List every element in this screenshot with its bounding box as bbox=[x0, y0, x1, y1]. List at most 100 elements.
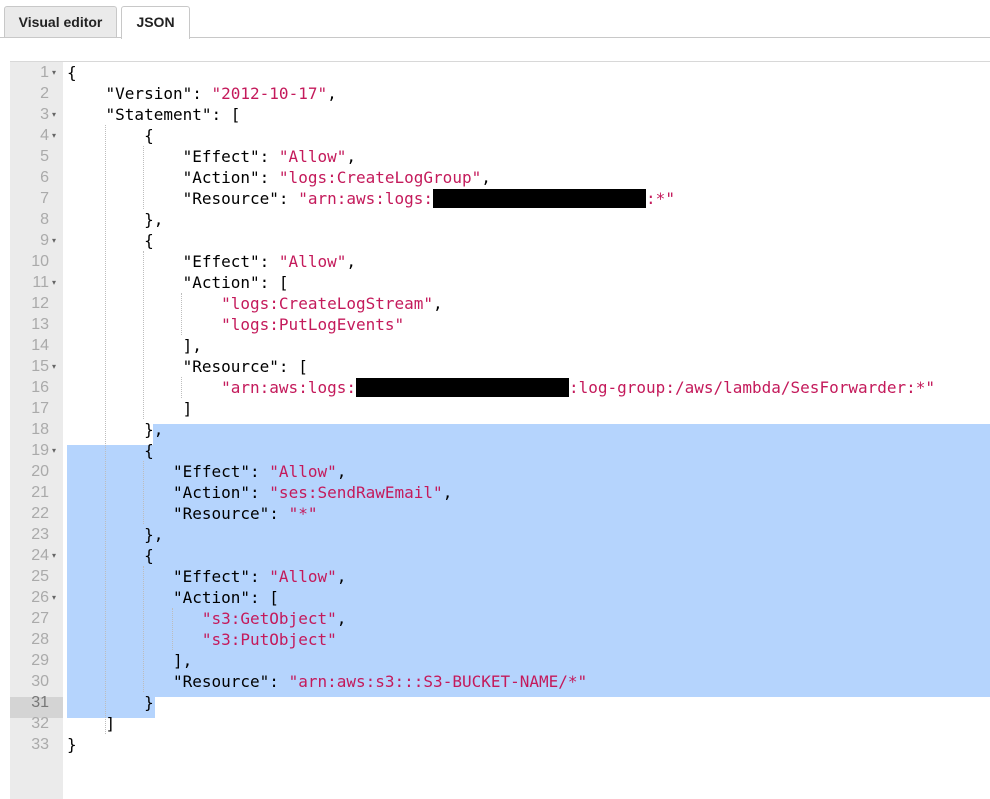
code-text: "Effect": "Allow", bbox=[172, 462, 347, 481]
code-line-9[interactable]: 9 ▾ { bbox=[10, 230, 990, 251]
line-number: 33 bbox=[31, 736, 49, 753]
code-line-31[interactable]: 31 } bbox=[10, 692, 990, 713]
fold-toggle-icon[interactable]: ▾ bbox=[52, 440, 56, 461]
code-line-12[interactable]: 12 "logs:CreateLogStream", bbox=[10, 293, 990, 314]
fold-toggle-icon[interactable]: ▾ bbox=[52, 230, 56, 251]
code-line-4[interactable]: 4 ▾ { bbox=[10, 125, 990, 146]
fold-toggle-icon[interactable]: ▾ bbox=[52, 545, 56, 566]
line-number: 20 bbox=[31, 463, 49, 480]
code-text: "s3:PutObject" bbox=[201, 630, 337, 649]
code-text: "Action": "logs:CreateLogGroup", bbox=[182, 168, 491, 187]
code-text: "Statement": [ bbox=[105, 105, 241, 124]
code-text: ] bbox=[67, 399, 193, 418]
code-line-21[interactable]: 21 "Action": "ses:SendRawEmail", bbox=[10, 482, 990, 503]
code-text: "logs:PutLogEvents" bbox=[221, 315, 405, 334]
code-line-32[interactable]: 32 ] bbox=[10, 713, 990, 734]
code-text: }, bbox=[67, 525, 164, 544]
code-text: "Resource": "arn:aws:s3:::S3-BUCKET-NAME… bbox=[172, 672, 588, 691]
code-line-1[interactable]: 1 ▾ { bbox=[10, 62, 990, 83]
line-number: 8 bbox=[40, 211, 49, 228]
code-line-13[interactable]: 13 "logs:PutLogEvents" bbox=[10, 314, 990, 335]
code-text: "Effect": "Allow", bbox=[172, 567, 347, 586]
code-line-18[interactable]: 18 }, bbox=[10, 419, 990, 440]
line-number: 17 bbox=[31, 400, 49, 417]
line-number: 2 bbox=[40, 85, 49, 102]
line-number: 32 bbox=[31, 715, 49, 732]
redacted-region bbox=[355, 378, 569, 397]
code-line-19[interactable]: 19 ▾ { bbox=[10, 440, 990, 461]
code-text: "Resource": [ bbox=[182, 357, 308, 376]
fold-toggle-icon[interactable]: ▾ bbox=[52, 356, 56, 377]
fold-toggle-icon[interactable]: ▾ bbox=[52, 587, 56, 608]
code-line-20[interactable]: 20 "Effect": "Allow", bbox=[10, 461, 990, 482]
code-line-25[interactable]: 25 "Effect": "Allow", bbox=[10, 566, 990, 587]
code-line-24[interactable]: 24 ▾ { bbox=[10, 545, 990, 566]
code-line-11[interactable]: 11 ▾ "Action": [ bbox=[10, 272, 990, 293]
line-number: 15 bbox=[31, 358, 49, 375]
fold-toggle-icon[interactable]: ▾ bbox=[52, 125, 56, 146]
code-line-23[interactable]: 23 }, bbox=[10, 524, 990, 545]
code-line-30[interactable]: 30 "Resource": "arn:aws:s3:::S3-BUCKET-N… bbox=[10, 671, 990, 692]
code-text: "Action": [ bbox=[182, 273, 289, 292]
code-text: "Action": [ bbox=[172, 588, 279, 607]
code-line-2[interactable]: 2 "Version": "2012-10-17", bbox=[10, 83, 990, 104]
code-line-16[interactable]: 16 "arn:aws:logs::log-group:/aws/lambda/… bbox=[10, 377, 990, 398]
fold-toggle-icon[interactable]: ▾ bbox=[52, 272, 56, 293]
code-text: "Effect": "Allow", bbox=[182, 147, 356, 166]
code-line-6[interactable]: 6 "Action": "logs:CreateLogGroup", bbox=[10, 167, 990, 188]
code-line-28[interactable]: 28 "s3:PutObject" bbox=[10, 629, 990, 650]
code-text: "Version": "2012-10-17", bbox=[105, 84, 337, 103]
line-number: 31 bbox=[31, 694, 49, 711]
line-number: 18 bbox=[31, 421, 49, 438]
code-text: { bbox=[67, 441, 154, 460]
code-text: } bbox=[67, 735, 77, 754]
code-text: { bbox=[67, 126, 154, 145]
code-line-8[interactable]: 8 }, bbox=[10, 209, 990, 230]
code-line-26[interactable]: 26 ▾ "Action": [ bbox=[10, 587, 990, 608]
code-text: "logs:CreateLogStream", bbox=[221, 294, 443, 313]
line-number: 16 bbox=[31, 379, 49, 396]
line-number: 12 bbox=[31, 295, 49, 312]
code-text: ], bbox=[67, 336, 202, 355]
code-line-17[interactable]: 17 ] bbox=[10, 398, 990, 419]
line-number: 25 bbox=[31, 568, 49, 585]
line-number: 21 bbox=[31, 484, 49, 501]
line-number: 29 bbox=[31, 652, 49, 669]
code-text: }, bbox=[67, 420, 164, 439]
line-number: 23 bbox=[31, 526, 49, 543]
code-text: ] bbox=[67, 714, 116, 733]
code-line-3[interactable]: 3 ▾ "Statement": [ bbox=[10, 104, 990, 125]
code-line-27[interactable]: 27 "s3:GetObject", bbox=[10, 608, 990, 629]
code-text: "Resource": "*" bbox=[172, 504, 318, 523]
json-policy-editor[interactable]: 1 ▾{2 "Version": "2012-10-17", 3 ▾ "Stateme… bbox=[10, 61, 990, 799]
code-line-10[interactable]: 10 "Effect": "Allow", bbox=[10, 251, 990, 272]
code-line-33[interactable]: 33} bbox=[10, 734, 990, 755]
line-number: 30 bbox=[31, 673, 49, 690]
tab-visual-editor[interactable]: Visual editor bbox=[4, 6, 117, 37]
code-line-14[interactable]: 14 ], bbox=[10, 335, 990, 356]
code-text: { bbox=[67, 546, 154, 565]
line-number: 28 bbox=[31, 631, 49, 648]
line-number: 27 bbox=[31, 610, 49, 627]
line-number: 1 bbox=[40, 64, 49, 81]
code-text: }, bbox=[67, 210, 164, 229]
code-line-22[interactable]: 22 "Resource": "*" bbox=[10, 503, 990, 524]
tab-json[interactable]: JSON bbox=[121, 6, 190, 39]
code-text: "Action": "ses:SendRawEmail", bbox=[172, 483, 453, 502]
line-number: 11 bbox=[32, 274, 49, 291]
code-line-15[interactable]: 15 ▾ "Resource": [ bbox=[10, 356, 990, 377]
code-line-29[interactable]: 29 ], bbox=[10, 650, 990, 671]
line-number: 7 bbox=[40, 190, 49, 207]
line-number: 9 bbox=[40, 232, 49, 249]
code-text: { bbox=[67, 231, 154, 250]
fold-toggle-icon[interactable]: ▾ bbox=[52, 104, 56, 125]
code-line-5[interactable]: 5 "Effect": "Allow", bbox=[10, 146, 990, 167]
line-number: 14 bbox=[31, 337, 49, 354]
line-number: 19 bbox=[31, 442, 49, 459]
line-number: 10 bbox=[31, 253, 49, 270]
line-number: 3 bbox=[40, 106, 49, 123]
code-text: ], bbox=[67, 651, 193, 670]
fold-toggle-icon[interactable]: ▾ bbox=[52, 62, 56, 83]
code-text: "s3:GetObject", bbox=[201, 609, 347, 628]
code-line-7[interactable]: 7 "Resource": "arn:aws:logs::*" bbox=[10, 188, 990, 209]
